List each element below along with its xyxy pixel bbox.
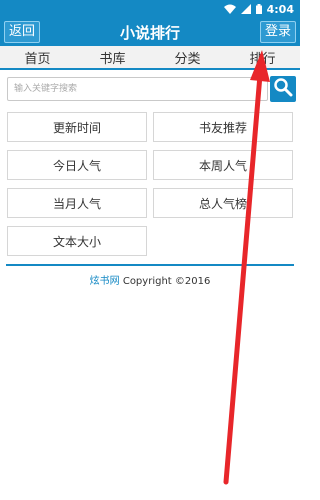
ranking-menu: 更新时间 书友推荐 今日人气 本周人气 当月人气 总人气榜 文本大小 — [0, 112, 300, 256]
status-time: 4:04 — [266, 2, 294, 16]
nav-item-category[interactable]: 分类 — [164, 48, 210, 67]
wifi-icon — [223, 4, 236, 14]
footer-brand-link[interactable]: 炫书网 — [90, 276, 120, 287]
battery-icon — [255, 4, 262, 14]
search-input[interactable] — [7, 77, 268, 101]
app-header: 返回 小说排行 登录 — [0, 18, 300, 46]
search-icon — [273, 77, 293, 101]
menu-monthly-popular[interactable]: 当月人气 — [7, 188, 147, 218]
nav-item-home[interactable]: 首页 — [14, 48, 60, 67]
nav-bar: 首页 书库 分类 排行 — [0, 46, 300, 70]
footer: 炫书网 Copyright ©2016 — [0, 272, 300, 287]
signal-icon — [240, 4, 251, 14]
menu-update-time[interactable]: 更新时间 — [7, 112, 147, 142]
search-bar — [0, 76, 300, 102]
menu-text-size[interactable]: 文本大小 — [7, 226, 147, 256]
footer-copyright: Copyright ©2016 — [119, 276, 211, 287]
nav-item-ranking[interactable]: 排行 — [239, 48, 285, 67]
back-button[interactable]: 返回 — [4, 21, 41, 43]
menu-daily-popular[interactable]: 今日人气 — [7, 150, 147, 180]
status-bar: 4:04 — [0, 0, 300, 18]
nav-item-library[interactable]: 书库 — [89, 48, 135, 67]
menu-reader-recommend[interactable]: 书友推荐 — [153, 112, 293, 142]
menu-total-popular[interactable]: 总人气榜 — [153, 188, 293, 218]
menu-weekly-popular[interactable]: 本周人气 — [153, 150, 293, 180]
page-title: 小说排行 — [119, 23, 180, 42]
search-button[interactable] — [270, 76, 296, 102]
divider — [6, 264, 294, 266]
login-button[interactable]: 登录 — [259, 21, 296, 43]
